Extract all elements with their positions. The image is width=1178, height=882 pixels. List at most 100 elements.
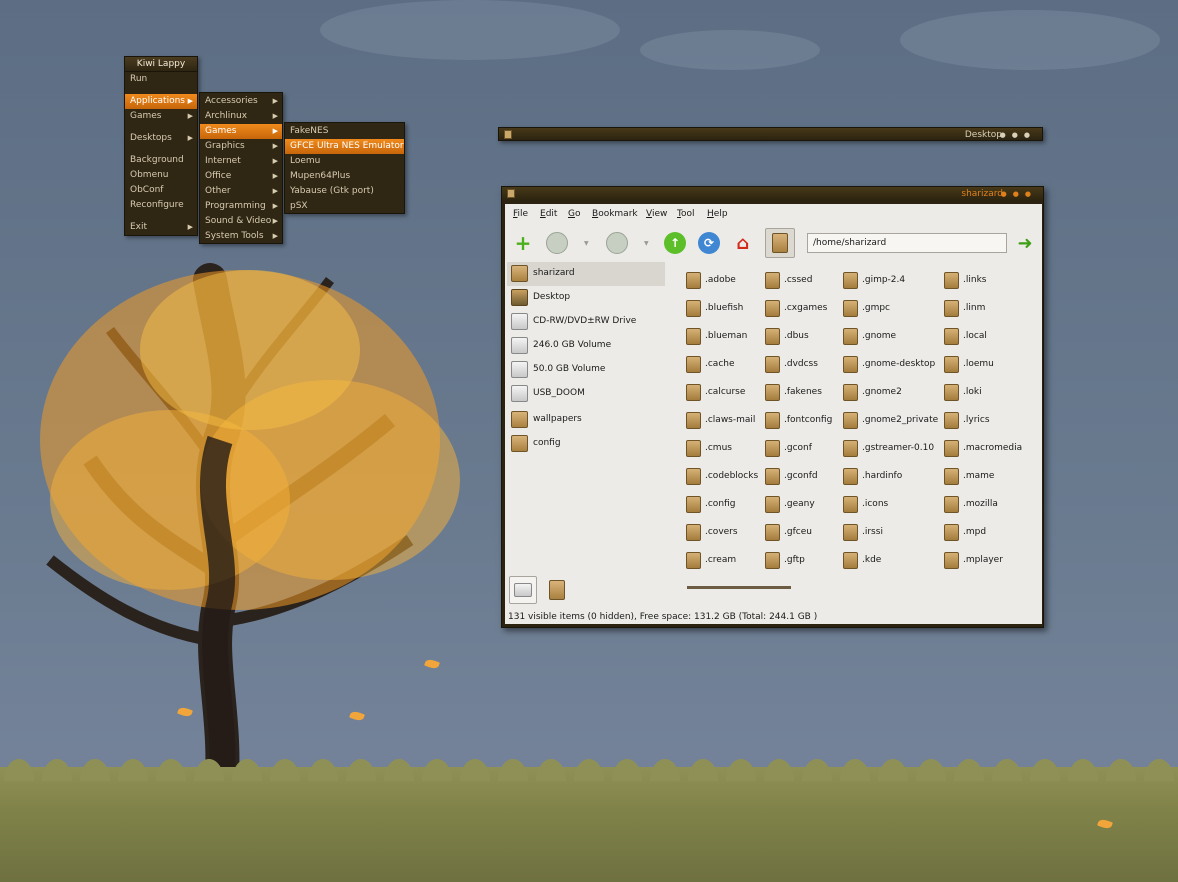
file-item[interactable]: .dvdcss xyxy=(761,354,818,382)
menu-bookmark[interactable]: Bookmark xyxy=(592,209,638,219)
sidebar-item-sharizard[interactable]: sharizard xyxy=(507,262,665,286)
file-item[interactable]: .gnome-desktop xyxy=(839,354,935,382)
file-item[interactable]: .hardinfo xyxy=(839,466,902,494)
menu-item-background[interactable]: Background xyxy=(125,153,197,168)
menu-item-other[interactable]: Other ▶ xyxy=(200,184,282,199)
menu-item-obmenu[interactable]: Obmenu xyxy=(125,168,197,183)
file-item[interactable]: .irssi xyxy=(839,522,883,550)
file-item[interactable]: .gnome2_private xyxy=(839,410,938,438)
desktop-window-titlebar[interactable]: Desktop ●●● xyxy=(498,127,1043,141)
file-item[interactable]: .icons xyxy=(839,494,888,522)
menu-item-archlinux[interactable]: Archlinux ▶ xyxy=(200,109,282,124)
forward-button[interactable] xyxy=(605,231,629,255)
file-item[interactable]: .fontconfig xyxy=(761,410,832,438)
file-item[interactable]: .links xyxy=(940,270,986,298)
sidebar-item-config[interactable]: config xyxy=(507,432,665,456)
file-item[interactable]: .loki xyxy=(940,382,982,410)
file-item[interactable]: .mozilla xyxy=(940,494,998,522)
file-item[interactable]: .loemu xyxy=(940,354,994,382)
menu-item-games[interactable]: Games ▶ xyxy=(125,109,197,124)
file-item[interactable]: .covers xyxy=(682,522,738,550)
file-item[interactable]: .mplayer xyxy=(940,550,1003,578)
go-button[interactable]: ➜ xyxy=(1013,231,1037,255)
file-item[interactable]: .kde xyxy=(839,550,881,578)
menu-item-applications[interactable]: Applications ▶ xyxy=(125,94,197,109)
menu-item-accessories[interactable]: Accessories ▶ xyxy=(200,94,282,109)
menu-item-office[interactable]: Office ▶ xyxy=(200,169,282,184)
file-manager-titlebar[interactable]: sharizard ●●● xyxy=(502,187,1043,201)
window-buttons[interactable]: ●●● xyxy=(1001,187,1037,201)
places-view-button[interactable] xyxy=(509,576,537,604)
horizontal-scrollbar[interactable] xyxy=(687,586,791,589)
file-item[interactable]: .codeblocks xyxy=(682,466,758,494)
menu-view[interactable]: View xyxy=(646,209,667,219)
menu-item-desktops[interactable]: Desktops ▶ xyxy=(125,131,197,146)
menu-item-yabause[interactable]: Yabause (Gtk port) xyxy=(285,184,404,199)
file-item[interactable]: .claws-mail xyxy=(682,410,755,438)
menu-item-mupen64plus[interactable]: Mupen64Plus xyxy=(285,169,404,184)
file-item[interactable]: .cssed xyxy=(761,270,812,298)
menu-item-exit[interactable]: Exit ▶ xyxy=(125,220,197,235)
file-item[interactable]: .linm xyxy=(940,298,985,326)
file-item[interactable]: .cream xyxy=(682,550,736,578)
menu-item-system-tools[interactable]: System Tools ▶ xyxy=(200,229,282,244)
file-item[interactable]: .gimp-2.4 xyxy=(839,270,905,298)
menu-item-loemu[interactable]: Loemu xyxy=(285,154,404,169)
menu-item-psx[interactable]: pSX xyxy=(285,199,404,214)
reload-button[interactable]: ⟳ xyxy=(697,231,721,255)
menu-item-obconf[interactable]: ObConf xyxy=(125,183,197,198)
window-buttons[interactable]: ●●● xyxy=(1000,128,1036,142)
file-item[interactable]: .cmus xyxy=(682,438,732,466)
new-tab-button[interactable]: + xyxy=(511,231,535,255)
file-item[interactable]: .blueman xyxy=(682,326,747,354)
file-item[interactable]: .cache xyxy=(682,354,735,382)
path-bar[interactable]: /home/sharizard xyxy=(807,233,1007,253)
sidebar-item-246gb-volume[interactable]: 246.0 GB Volume xyxy=(507,334,665,358)
file-item[interactable]: .gconf xyxy=(761,438,812,466)
file-item[interactable]: .adobe xyxy=(682,270,736,298)
file-item[interactable]: .local xyxy=(940,326,987,354)
menu-help[interactable]: Help xyxy=(707,209,728,219)
file-item[interactable]: .mame xyxy=(940,466,994,494)
file-item[interactable]: .macromedia xyxy=(940,438,1022,466)
file-item[interactable]: .calcurse xyxy=(682,382,745,410)
menu-tool[interactable]: Tool xyxy=(677,209,694,219)
menu-item-games[interactable]: Games ▶ xyxy=(200,124,282,139)
menu-item-internet[interactable]: Internet ▶ xyxy=(200,154,282,169)
file-item[interactable]: .gnome xyxy=(839,326,896,354)
sidebar-item-50gb-volume[interactable]: 50.0 GB Volume xyxy=(507,358,665,382)
menu-item-sound-video[interactable]: Sound & Video ▶ xyxy=(200,214,282,229)
sidebar-item-cd-drive[interactable]: CD-RW/DVD±RW Drive xyxy=(507,310,665,334)
menu-item-fakenes[interactable]: FakeNES xyxy=(285,124,404,139)
file-item[interactable]: .dbus xyxy=(761,326,809,354)
tree-view-button[interactable] xyxy=(543,576,571,604)
back-button[interactable] xyxy=(545,231,569,255)
file-item[interactable]: .bluefish xyxy=(682,298,743,326)
menu-file[interactable]: File xyxy=(513,209,528,219)
file-item[interactable]: .gconfd xyxy=(761,466,818,494)
file-item[interactable]: .cxgames xyxy=(761,298,827,326)
file-item[interactable]: .gstreamer-0.10 xyxy=(839,438,934,466)
sidebar-item-desktop[interactable]: Desktop xyxy=(507,286,665,310)
file-item[interactable]: .geany xyxy=(761,494,815,522)
home-button[interactable]: ⌂ xyxy=(731,231,755,255)
menu-item-reconfigure[interactable]: Reconfigure xyxy=(125,198,197,213)
file-item[interactable]: .lyrics xyxy=(940,410,990,438)
forward-history-dropdown[interactable]: ▼ xyxy=(644,240,649,247)
file-item[interactable]: .gftp xyxy=(761,550,805,578)
menu-item-programming[interactable]: Programming ▶ xyxy=(200,199,282,214)
file-item[interactable]: .gmpc xyxy=(839,298,890,326)
open-folder-button[interactable] xyxy=(765,228,795,258)
file-item[interactable]: .gfceu xyxy=(761,522,812,550)
up-button[interactable]: ↑ xyxy=(663,231,687,255)
menu-go[interactable]: Go xyxy=(568,209,581,219)
file-item[interactable]: .mpd xyxy=(940,522,986,550)
file-item[interactable]: .fakenes xyxy=(761,382,822,410)
menu-edit[interactable]: Edit xyxy=(540,209,557,219)
menu-item-graphics[interactable]: Graphics ▶ xyxy=(200,139,282,154)
sidebar-item-usb-doom[interactable]: USB_DOOM xyxy=(507,382,665,406)
file-item[interactable]: .config xyxy=(682,494,735,522)
sidebar-item-wallpapers[interactable]: wallpapers xyxy=(507,408,665,432)
menu-item-run[interactable]: Run xyxy=(125,72,197,87)
menu-item-gfce[interactable]: GFCE Ultra NES Emulator xyxy=(285,139,404,154)
